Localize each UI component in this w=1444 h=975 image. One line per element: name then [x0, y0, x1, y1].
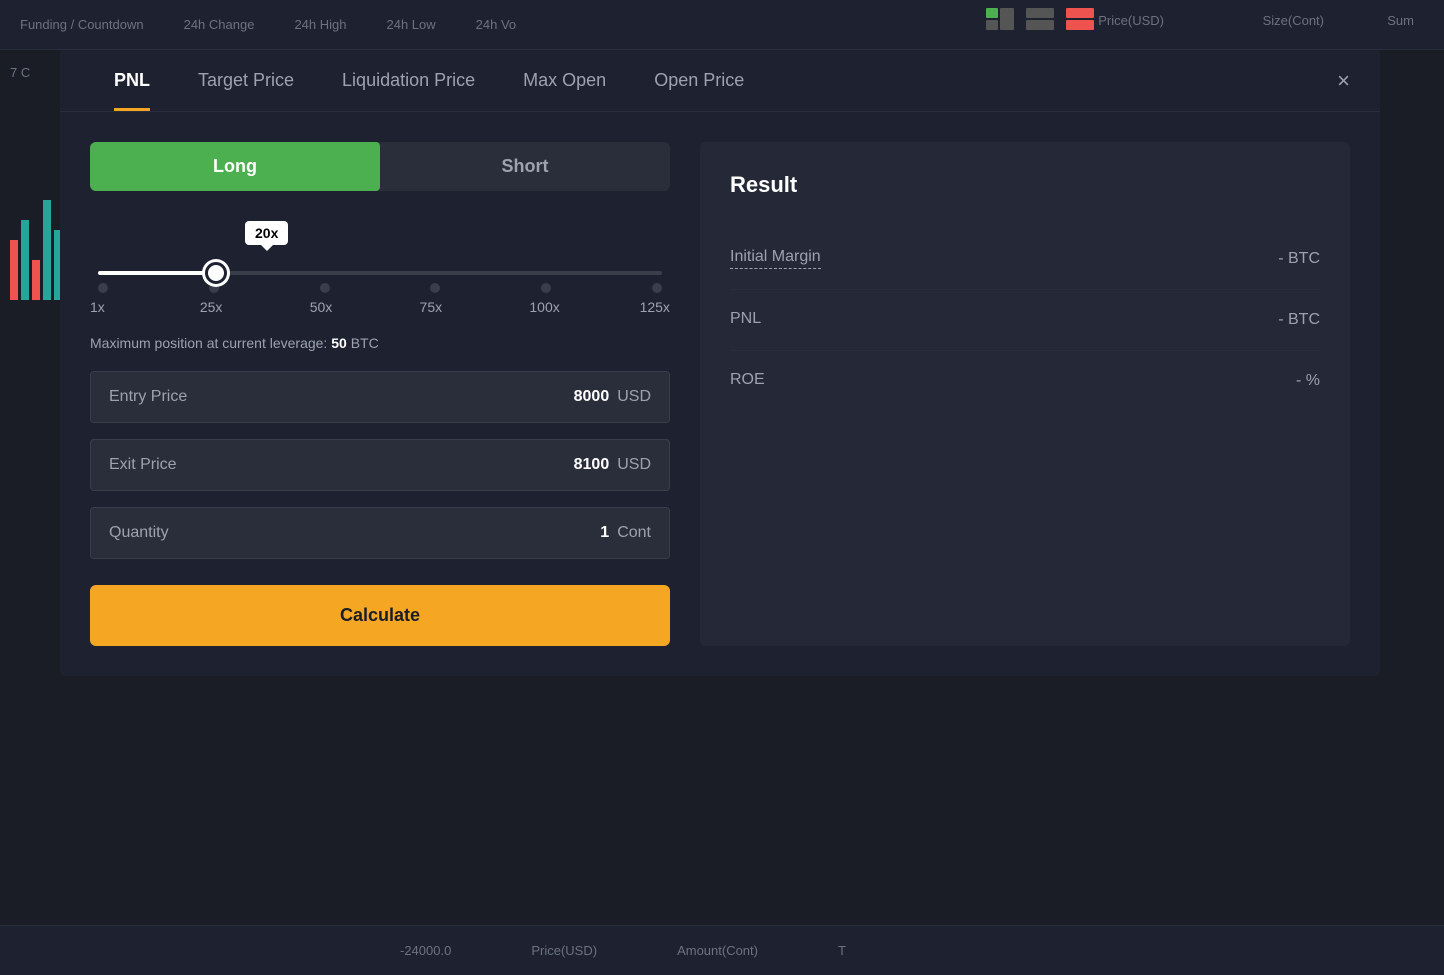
roe-label: ROE — [730, 371, 765, 391]
exit-price-value-area: 8100 USD — [574, 456, 651, 474]
dot-25x — [209, 283, 219, 293]
grid-icon-1 — [986, 8, 1014, 30]
bottom-price-usd: Price(USD) — [531, 943, 597, 958]
close-button[interactable]: × — [1337, 70, 1350, 92]
tab-target-price[interactable]: Target Price — [174, 50, 318, 111]
roe-row: ROE - % — [730, 351, 1320, 411]
bottom-amount: Amount(Cont) — [677, 943, 758, 958]
sum-col: Sum — [1387, 13, 1414, 28]
entry-price-field[interactable]: Entry Price 8000 USD — [90, 371, 670, 423]
dot-50x — [320, 283, 330, 293]
slider-labels: 1x 25x 50x 75x 100x 125x — [90, 299, 670, 315]
24h-vol: 24h Vo — [476, 17, 517, 32]
dot-75x — [430, 283, 440, 293]
bottom-t: T — [838, 943, 846, 958]
tab-pnl[interactable]: PNL — [90, 50, 174, 111]
result-panel: Result Initial Margin - BTC PNL - BTC RO… — [700, 142, 1350, 646]
exit-price-label: Exit Price — [109, 456, 177, 474]
exit-price-field[interactable]: Exit Price 8100 USD — [90, 439, 670, 491]
bottom-bar: -24000.0 Price(USD) Amount(Cont) T — [0, 925, 1444, 975]
roe-value: - % — [1296, 372, 1320, 390]
price-usd-col: Price(USD) — [1098, 13, 1164, 28]
long-button[interactable]: Long — [90, 142, 380, 191]
entry-price-group: Entry Price 8000 USD — [90, 371, 670, 423]
long-short-toggle: Long Short — [90, 142, 670, 191]
quantity-unit: Cont — [617, 524, 651, 542]
pnl-label: PNL — [730, 310, 761, 330]
calculate-button[interactable]: Calculate — [90, 585, 670, 646]
pnl-row: PNL - BTC — [730, 290, 1320, 351]
result-title: Result — [730, 172, 1320, 198]
initial-margin-label: Initial Margin — [730, 248, 821, 269]
candle-1 — [10, 240, 18, 300]
slider-track[interactable] — [98, 271, 662, 275]
leverage-section: 20x 1x 25x 50x 75x — [90, 221, 670, 315]
header-icons — [986, 8, 1094, 30]
label-100x: 100x — [529, 299, 559, 315]
label-125x: 125x — [640, 299, 670, 315]
candle-3 — [32, 260, 40, 300]
entry-price-unit: USD — [617, 388, 651, 406]
entry-price-value-area: 8000 USD — [574, 388, 651, 406]
label-25x: 25x — [200, 299, 230, 315]
quantity-value-area: 1 Cont — [600, 524, 651, 542]
exit-price-group: Exit Price 8100 USD — [90, 439, 670, 491]
label-1x: 1x — [90, 299, 120, 315]
exit-price-value: 8100 — [574, 456, 610, 474]
dot-125x — [652, 283, 662, 293]
max-position-unit: BTC — [351, 335, 379, 351]
grid-icon-2 — [1026, 8, 1054, 30]
tab-liquidation-price[interactable]: Liquidation Price — [318, 50, 499, 111]
calculator-modal: PNL Target Price Liquidation Price Max O… — [60, 50, 1380, 676]
leverage-badge: 20x — [245, 221, 288, 245]
funding-countdown: Funding / Countdown — [20, 17, 144, 32]
modal-body: Long Short 20x 1 — [60, 112, 1380, 676]
entry-price-label: Entry Price — [109, 388, 187, 406]
initial-margin-value: - BTC — [1278, 250, 1320, 268]
size-cont-col: Size(Cont) — [1263, 13, 1324, 28]
trading-header: Funding / Countdown 24h Change 24h High … — [0, 0, 1444, 50]
24h-high: 24h High — [294, 17, 346, 32]
quantity-field[interactable]: Quantity 1 Cont — [90, 507, 670, 559]
initial-margin-row: Initial Margin - BTC — [730, 228, 1320, 290]
left-panel: Long Short 20x 1 — [90, 142, 670, 646]
tab-open-price[interactable]: Open Price — [630, 50, 768, 111]
slider-fill — [98, 271, 216, 275]
chart-label: 7 C — [10, 65, 30, 80]
bottom-price: -24000.0 — [400, 943, 451, 958]
short-button[interactable]: Short — [380, 142, 670, 191]
label-50x: 50x — [310, 299, 340, 315]
dot-100x — [541, 283, 551, 293]
slider-thumb[interactable] — [205, 262, 227, 284]
label-75x: 75x — [420, 299, 450, 315]
24h-change: 24h Change — [184, 17, 255, 32]
pnl-value: - BTC — [1278, 311, 1320, 329]
grid-icon-3 — [1066, 8, 1094, 30]
dot-1x — [98, 283, 108, 293]
candles — [10, 140, 62, 300]
quantity-label: Quantity — [109, 524, 169, 542]
max-position-value: 50 — [331, 335, 347, 351]
tab-max-open[interactable]: Max Open — [499, 50, 630, 111]
tabs-header: PNL Target Price Liquidation Price Max O… — [60, 50, 1380, 112]
candle-4 — [43, 200, 51, 300]
quantity-group: Quantity 1 Cont — [90, 507, 670, 559]
candle-2 — [21, 220, 29, 300]
max-position-text: Maximum position at current leverage: 50… — [90, 335, 670, 351]
entry-price-value: 8000 — [574, 388, 610, 406]
slider-dots — [98, 283, 662, 293]
quantity-value: 1 — [600, 524, 609, 542]
exit-price-unit: USD — [617, 456, 651, 474]
24h-low: 24h Low — [386, 17, 435, 32]
